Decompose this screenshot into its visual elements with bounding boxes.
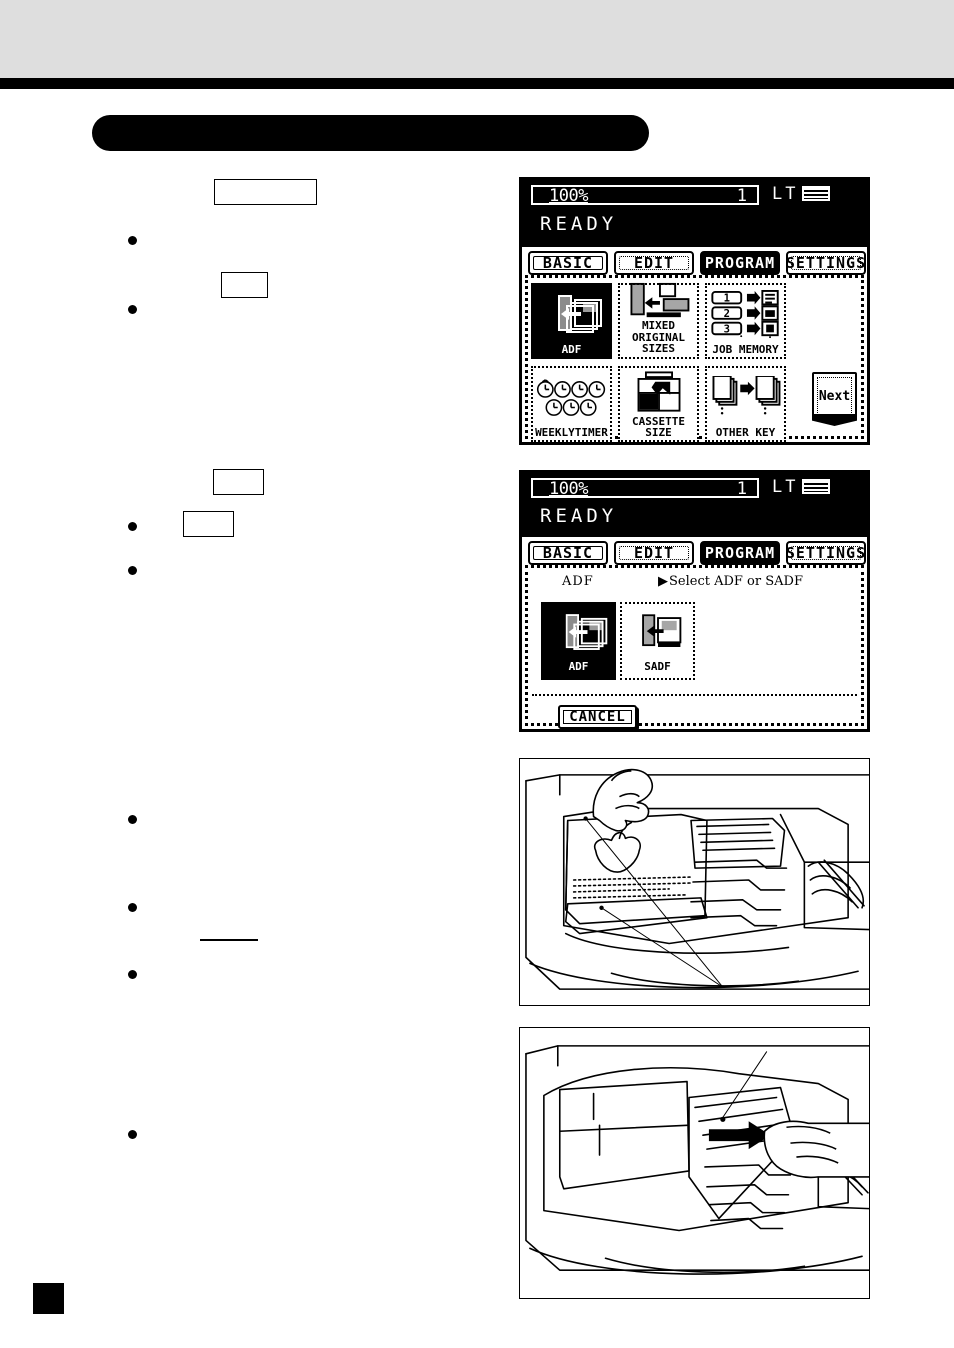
bullet-marker bbox=[128, 1130, 137, 1139]
other-key-icon bbox=[707, 368, 784, 427]
copier-lcd-panel-adf-select[interactable]: 100% 1 LT READY BASIC EDIT PROGRAM SETTI… bbox=[519, 470, 870, 732]
step-key-label-4 bbox=[184, 512, 233, 516]
key-adf[interactable]: ADF bbox=[531, 283, 612, 359]
paper-stack-icon bbox=[802, 479, 831, 494]
tab-edit-label: EDIT bbox=[619, 254, 689, 272]
emphasis-underline bbox=[200, 939, 258, 941]
lcd-zoom-copies-bar: 100% 1 bbox=[531, 185, 759, 206]
mixed-original-sizes-icon bbox=[620, 282, 697, 320]
next-page-key[interactable]: Next bbox=[812, 372, 857, 417]
key-sadf-label: SADF bbox=[644, 660, 671, 673]
tab-program[interactable]: PROGRAM bbox=[700, 251, 780, 275]
tab-edit[interactable]: EDIT bbox=[614, 541, 694, 565]
tab-program[interactable]: PROGRAM bbox=[700, 541, 780, 565]
tab-basic[interactable]: BASIC bbox=[528, 251, 608, 275]
svg-text:1: 1 bbox=[723, 292, 729, 304]
bullet-marker bbox=[128, 566, 137, 575]
tab-edit-label: EDIT bbox=[619, 544, 689, 562]
section-divider bbox=[532, 694, 857, 696]
bullet-marker bbox=[128, 522, 137, 531]
lcd-zoom-copies-bar: 100% 1 bbox=[531, 478, 759, 499]
key-cassette-size-label: CASSETTE SIZE bbox=[632, 415, 685, 439]
step-key-box-4 bbox=[183, 511, 234, 537]
key-adf-label: ADF bbox=[568, 660, 589, 673]
hint-arrow-icon: ▶ bbox=[658, 574, 668, 589]
page-header-band bbox=[0, 0, 954, 78]
key-mixed-original-sizes[interactable]: MIXED ORIGINAL SIZES bbox=[618, 283, 699, 359]
step-key-box-3 bbox=[213, 469, 264, 495]
step-key-box-2 bbox=[221, 272, 268, 298]
section-title-banner bbox=[92, 115, 649, 151]
bullet-marker bbox=[128, 236, 137, 245]
adf-icon bbox=[543, 604, 614, 661]
step-key-label-3 bbox=[214, 470, 263, 474]
tab-edit[interactable]: EDIT bbox=[614, 251, 694, 275]
lcd-touch-area: BASIC EDIT PROGRAM SETTINGS ADF MIXED OR… bbox=[522, 247, 867, 442]
status-message: READY bbox=[540, 213, 618, 235]
selection-hint-text: Select ADF or SADF bbox=[669, 574, 803, 589]
key-sadf[interactable]: SADF bbox=[620, 602, 695, 680]
paper-size-indicator: LT bbox=[772, 184, 831, 204]
cancel-button-label: CANCEL bbox=[563, 709, 632, 725]
key-other-key-label: OTHER KEY bbox=[715, 426, 776, 439]
key-mixed-original-sizes-label: MIXED ORIGINAL SIZES bbox=[620, 320, 697, 355]
key-other-key[interactable]: OTHER KEY bbox=[705, 366, 786, 442]
current-mode-label: ADF bbox=[562, 574, 594, 589]
tab-settings[interactable]: SETTINGS bbox=[786, 251, 866, 275]
zoom-ratio-value: 100% bbox=[549, 186, 588, 206]
adf-load-original-illustration bbox=[519, 758, 870, 1006]
key-adf-label: ADF bbox=[561, 343, 582, 356]
selection-hint: ▶Select ADF or SADF bbox=[658, 574, 803, 589]
key-adf[interactable]: ADF bbox=[541, 602, 616, 680]
paper-size-indicator: LT bbox=[772, 477, 831, 497]
tab-basic-label: BASIC bbox=[533, 254, 603, 272]
lcd-status-area: 100% 1 LT READY bbox=[522, 180, 867, 247]
next-page-key-label: Next bbox=[817, 377, 852, 415]
copy-count-value: 1 bbox=[736, 479, 747, 499]
svg-text:3: 3 bbox=[723, 323, 729, 335]
step-key-box-1 bbox=[214, 179, 317, 205]
tab-settings-label: SETTINGS bbox=[785, 544, 867, 562]
paper-size-value: LT bbox=[772, 184, 799, 204]
key-cassette-size[interactable]: CASSETTE SIZE bbox=[618, 366, 699, 442]
bullet-marker bbox=[128, 970, 137, 979]
tab-basic[interactable]: BASIC bbox=[528, 541, 608, 565]
job-memory-icon: 1 2 3 bbox=[707, 285, 784, 344]
tab-settings-label: SETTINGS bbox=[785, 254, 867, 272]
tab-basic-label: BASIC bbox=[533, 544, 603, 562]
page-header-rule bbox=[0, 78, 954, 89]
key-weekly-timer-label: WEEKLYTIMER bbox=[535, 426, 608, 439]
cassette-size-icon bbox=[620, 368, 697, 416]
zoom-ratio-value: 100% bbox=[549, 479, 588, 499]
cancel-button[interactable]: CANCEL bbox=[558, 705, 637, 729]
key-job-memory[interactable]: 1 2 3 JOB MEMORY bbox=[705, 283, 786, 359]
bullet-marker bbox=[128, 903, 137, 912]
adf-icon bbox=[533, 285, 610, 344]
copier-lcd-panel-program-menu[interactable]: 100% 1 LT READY BASIC EDIT PROGRAM SETTI… bbox=[519, 177, 870, 445]
tab-program-label: PROGRAM bbox=[704, 544, 776, 562]
key-mixed-label-line2: ORIGINAL SIZES bbox=[632, 330, 685, 356]
bullet-marker bbox=[128, 815, 137, 824]
key-weekly-timer[interactable]: WEEKLYTIMER bbox=[531, 366, 612, 442]
weekly-timer-icon bbox=[533, 368, 610, 427]
svg-text:2: 2 bbox=[723, 307, 729, 319]
status-message: READY bbox=[540, 505, 618, 527]
lcd-touch-area: BASIC EDIT PROGRAM SETTINGS ADF ▶Select … bbox=[522, 537, 867, 729]
paper-stack-icon bbox=[802, 186, 831, 201]
sadf-icon bbox=[622, 604, 693, 661]
key-job-memory-label: JOB MEMORY bbox=[712, 343, 779, 356]
adf-align-side-guides-illustration bbox=[519, 1027, 870, 1299]
step-key-label-1 bbox=[215, 180, 316, 184]
step-key-label-2 bbox=[222, 273, 267, 277]
paper-size-value: LT bbox=[772, 477, 799, 497]
bullet-marker bbox=[128, 305, 137, 314]
page-number-marker bbox=[33, 1283, 64, 1314]
copy-count-value: 1 bbox=[736, 186, 747, 206]
instruction-column bbox=[86, 168, 506, 1248]
lcd-status-area: 100% 1 LT READY bbox=[522, 473, 867, 537]
tab-program-label: PROGRAM bbox=[704, 254, 776, 272]
tab-settings[interactable]: SETTINGS bbox=[786, 541, 866, 565]
